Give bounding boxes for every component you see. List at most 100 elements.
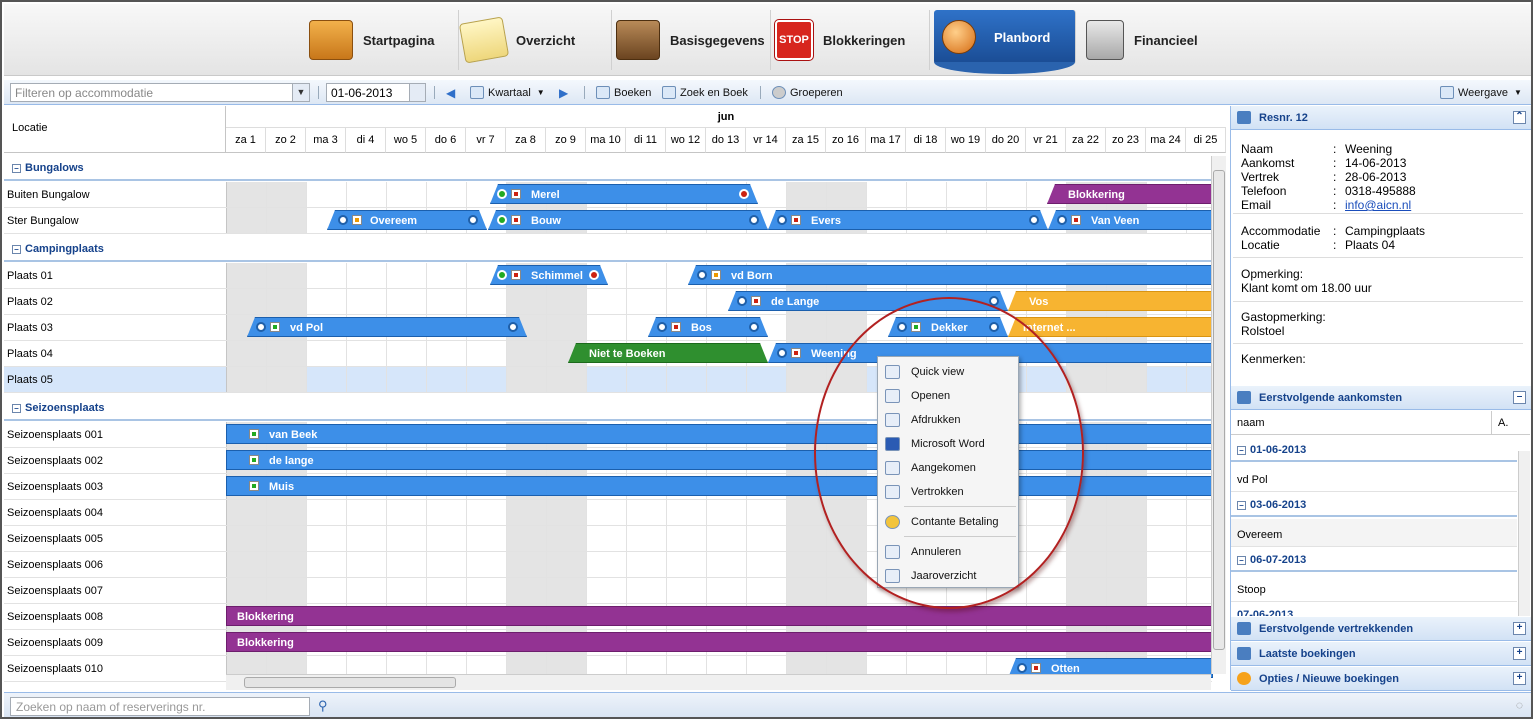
group-campingplaats[interactable]: – Campingplaats xyxy=(4,234,1212,262)
latest-bookings-header[interactable]: Laatste boekingen + xyxy=(1231,642,1531,666)
day-cell[interactable] xyxy=(267,341,307,366)
date-field[interactable]: 01-06-2013 xyxy=(326,83,426,102)
group-button[interactable]: Groeperen xyxy=(772,84,843,101)
day-cell[interactable] xyxy=(707,500,747,525)
day-cell[interactable] xyxy=(427,552,467,577)
day-cell[interactable] xyxy=(787,367,827,392)
departures-header[interactable]: Eerstvolgende vertrekkenden + xyxy=(1231,617,1531,641)
column-header-a[interactable]: A. xyxy=(1491,411,1514,435)
day-cell[interactable] xyxy=(587,315,627,340)
day-cell[interactable] xyxy=(827,578,867,603)
day-cell[interactable] xyxy=(787,315,827,340)
day-cell[interactable] xyxy=(547,552,587,577)
day-cell[interactable] xyxy=(627,578,667,603)
day-cell[interactable] xyxy=(307,289,347,314)
day-cell[interactable] xyxy=(1067,552,1107,577)
day-cell[interactable] xyxy=(427,341,467,366)
collapse-icon[interactable]: – xyxy=(12,164,21,173)
day-cell[interactable] xyxy=(587,289,627,314)
day-cell[interactable] xyxy=(1107,578,1147,603)
tab-startpagina[interactable]: Startpagina xyxy=(309,10,459,70)
day-cell[interactable] xyxy=(347,367,387,392)
day-cell[interactable] xyxy=(347,578,387,603)
day-cell[interactable] xyxy=(227,526,267,551)
day-cell[interactable] xyxy=(627,289,667,314)
day-cell[interactable] xyxy=(387,289,427,314)
booking-internet[interactable]: Internet ... xyxy=(1008,317,1213,337)
day-cell[interactable] xyxy=(467,526,507,551)
day-cell[interactable] xyxy=(427,182,467,207)
day-cell[interactable] xyxy=(507,289,547,314)
accommodation-filter[interactable]: Filteren op accommodatie ▼ xyxy=(10,83,310,102)
arrivals-scrollbar[interactable] xyxy=(1518,451,1530,616)
booking-niet-te-boeken[interactable]: Niet te Boeken xyxy=(568,343,768,363)
day-cell[interactable] xyxy=(227,578,267,603)
day-cell[interactable] xyxy=(227,182,267,207)
day-cell[interactable] xyxy=(547,578,587,603)
expand-icon[interactable]: + xyxy=(1513,672,1526,685)
day-cell[interactable] xyxy=(1107,552,1147,577)
day-cell[interactable] xyxy=(627,526,667,551)
booking-overeem[interactable]: Overeem xyxy=(327,210,487,230)
day-cell[interactable] xyxy=(627,500,667,525)
day-cell[interactable] xyxy=(587,578,627,603)
day-cell[interactable] xyxy=(227,208,267,233)
day-cell[interactable] xyxy=(267,552,307,577)
arrival-group[interactable]: –01-06-2013 xyxy=(1231,436,1517,462)
day-cell[interactable] xyxy=(307,500,347,525)
view-button[interactable]: Weergave ▼ xyxy=(1440,84,1522,101)
booking-blokkering-009[interactable]: Blokkering xyxy=(226,632,1213,652)
collapse-icon[interactable]: – xyxy=(1513,391,1526,404)
day-cell[interactable] xyxy=(1107,367,1147,392)
day-cell[interactable] xyxy=(227,552,267,577)
collapse-icon[interactable]: – xyxy=(1237,501,1246,510)
day-cell[interactable] xyxy=(427,263,467,288)
list-item[interactable]: Stoop xyxy=(1231,574,1517,602)
booking-blokkering[interactable]: Blokkering xyxy=(1047,184,1213,204)
day-cell[interactable] xyxy=(507,500,547,525)
day-cell[interactable] xyxy=(347,289,387,314)
vertical-scrollbar[interactable] xyxy=(1211,156,1226,674)
booking-vd-pol[interactable]: vd Pol xyxy=(247,317,527,337)
day-cell[interactable] xyxy=(387,578,427,603)
day-cell[interactable] xyxy=(267,500,307,525)
day-cells[interactable] xyxy=(226,552,1212,577)
booking-vd-born[interactable]: vd Born xyxy=(688,265,1213,285)
day-cell[interactable] xyxy=(787,526,827,551)
arrivals-header[interactable]: Eerstvolgende aankomsten – xyxy=(1231,386,1531,410)
day-cell[interactable] xyxy=(667,526,707,551)
day-cell[interactable] xyxy=(587,367,627,392)
booking-bouw[interactable]: Bouw xyxy=(488,210,768,230)
day-cell[interactable] xyxy=(387,341,427,366)
day-cell[interactable] xyxy=(1107,500,1147,525)
column-header-name[interactable]: naam xyxy=(1237,417,1265,429)
day-cell[interactable] xyxy=(227,263,267,288)
search-book-button[interactable]: Zoek en Boek xyxy=(662,84,748,101)
day-cell[interactable] xyxy=(1067,578,1107,603)
day-cell[interactable] xyxy=(267,289,307,314)
booking-blokkering-008[interactable]: Blokkering xyxy=(226,606,1213,626)
day-cell[interactable] xyxy=(1147,552,1187,577)
day-cell[interactable] xyxy=(707,526,747,551)
prev-arrow-icon[interactable]: ◀ xyxy=(446,84,455,101)
tab-financieel[interactable]: Financieel xyxy=(1086,10,1236,70)
day-cell[interactable] xyxy=(387,552,427,577)
day-cells[interactable] xyxy=(226,578,1212,603)
day-cell[interactable] xyxy=(347,341,387,366)
day-cell[interactable] xyxy=(787,552,827,577)
collapse-icon[interactable]: – xyxy=(12,245,21,254)
day-cell[interactable] xyxy=(747,578,787,603)
day-cell[interactable] xyxy=(707,552,747,577)
options-header[interactable]: Opties / Nieuwe boekingen + xyxy=(1231,667,1531,691)
day-cell[interactable] xyxy=(547,526,587,551)
day-cell[interactable] xyxy=(267,182,307,207)
day-cell[interactable] xyxy=(347,552,387,577)
day-cell[interactable] xyxy=(667,500,707,525)
day-cell[interactable] xyxy=(387,182,427,207)
scroll-thumb[interactable] xyxy=(1213,170,1225,650)
day-cell[interactable] xyxy=(747,367,787,392)
search-input[interactable]: Zoeken op naam of reserverings nr. xyxy=(10,697,310,716)
arrival-group[interactable]: –03-06-2013 xyxy=(1231,491,1517,517)
day-cell[interactable] xyxy=(507,552,547,577)
day-cell[interactable] xyxy=(667,367,707,392)
